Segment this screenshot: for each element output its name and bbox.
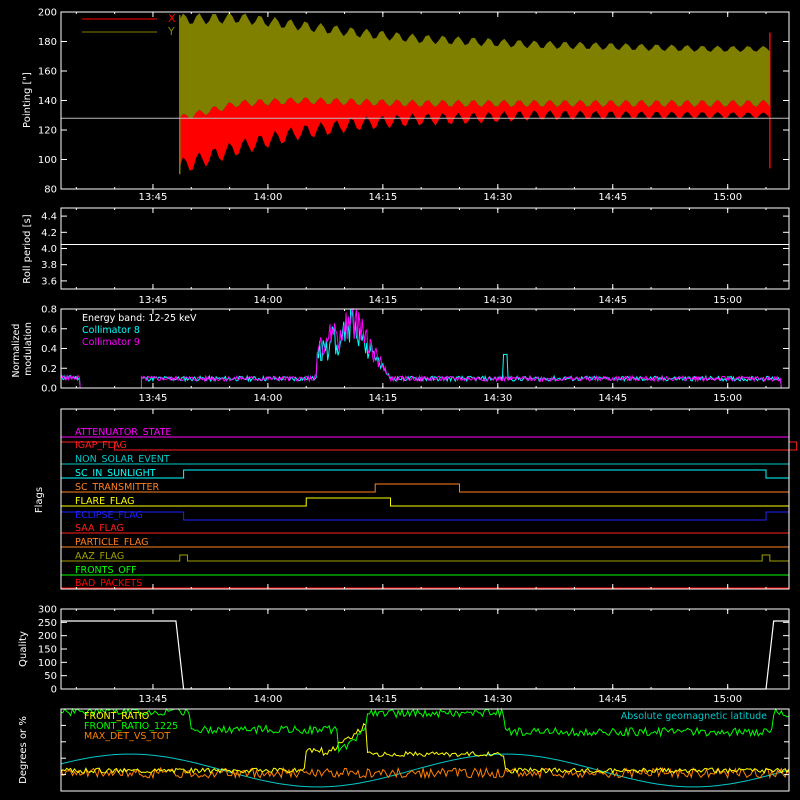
flag-label-non-solar-event: NON_SOLAR_EVENT: [75, 454, 170, 465]
y-tick-label: 80: [44, 185, 57, 196]
y-tick-label: 4.4: [41, 212, 57, 223]
flags-ylabel: Flags: [34, 487, 45, 513]
pointing-ylabel: Pointing ["]: [22, 72, 33, 128]
quality-ylabel: Quality: [18, 631, 29, 667]
flag-label-particle-flag: PARTICLE_FLAG: [75, 537, 148, 548]
legend-collimator-8: Collimator 8: [82, 325, 140, 336]
ratio-ylabel: Degrees or %: [18, 716, 29, 784]
y-tick-label: 200: [38, 8, 57, 19]
y-tick-label: 0.4: [41, 344, 57, 355]
x-tick-label: 13:45: [139, 393, 168, 404]
flag-label-saa-flag: SAA_FLAG: [75, 523, 124, 534]
x-tick-label: 14:45: [598, 295, 627, 306]
x-tick-label: 13:45: [139, 694, 168, 705]
x-tick-label: 14:45: [598, 393, 627, 404]
flag-label-sc-in-sunlight: SC_IN_SUNLIGHT: [75, 468, 156, 479]
y-tick-label: 0.0: [41, 384, 57, 395]
modulation-ylabel: Normalized modulation: [11, 321, 34, 378]
roll-period-ylabel: Roll period [s]: [22, 214, 33, 283]
x-tick-label: 15:00: [713, 295, 742, 306]
x-tick-label: 15:00: [713, 393, 742, 404]
y-tick-label: 120: [38, 126, 57, 137]
y-tick-label: 3.8: [41, 260, 57, 271]
hessi-observing-summary-figure: 80 100 120 140 160 180 200 13:45 14:00 14:15 14:3…: [0, 0, 800, 800]
legend-geomagnetic-latitude: Absolute geomagnetic latitude: [621, 711, 767, 722]
y-tick-label: 160: [38, 67, 57, 78]
x-tick-label: 15:00: [713, 192, 742, 203]
flag-label-eclipse-flag: ECLIPSE_FLAG: [75, 510, 143, 521]
flag-label-aaz-flag: AAZ_FLAG: [75, 551, 124, 562]
y-tick-label: 140: [38, 96, 57, 107]
y-tick-label: 3.6: [41, 276, 57, 287]
y-tick-label: 4.0: [41, 244, 57, 255]
legend-x-label: X: [168, 12, 176, 25]
legend-y-label: Y: [167, 25, 175, 38]
x-tick-label: 14:30: [483, 393, 512, 404]
modulation-ylabel-line1: Normalized: [11, 324, 22, 378]
legend-collimator-9: Collimator 9: [82, 337, 140, 348]
y-tick-label: 0.2: [41, 364, 57, 375]
x-tick-label: 14:45: [598, 192, 627, 203]
x-tick-label: 14:00: [253, 295, 282, 306]
y-tick-label: 0.6: [41, 324, 57, 335]
x-tick-label: 14:30: [483, 295, 512, 306]
y-tick-label: 250: [38, 618, 57, 629]
y-tick-label: 300: [38, 605, 57, 616]
modulation-ylabel-line2: modulation: [23, 322, 34, 376]
y-tick-label: 4.2: [41, 228, 57, 239]
y-tick-label: 0.8: [41, 305, 57, 316]
x-tick-label: 14:30: [483, 694, 512, 705]
y-tick-label: 0: [51, 685, 57, 696]
x-tick-label: 14:15: [368, 295, 397, 306]
x-tick-label: 14:15: [368, 192, 397, 203]
y-tick-label: 200: [38, 631, 57, 642]
x-tick-label: 14:30: [483, 192, 512, 203]
flag-label-igap-flag: IGAP_FLAG: [75, 440, 127, 451]
y-tick-label: 100: [38, 658, 57, 669]
y-tick-label: 50: [44, 671, 57, 682]
y-tick-label: 150: [38, 645, 57, 656]
flag-label-sc-transmitter: SC_TRANSMITTER: [75, 482, 160, 493]
x-tick-label: 15:00: [713, 694, 742, 705]
flag-label-attenuator-state: ATTENUATOR_STATE: [75, 427, 171, 438]
y-tick-label: 180: [38, 37, 57, 48]
flag-label-bad-packets: BAD_PACKETS: [75, 578, 142, 589]
x-tick-label: 14:00: [253, 393, 282, 404]
flag-label-fronts-off: FRONTS_OFF: [75, 565, 137, 576]
y-tick-label: 100: [38, 155, 57, 166]
figure-background: [0, 0, 800, 800]
x-tick-label: 13:45: [139, 295, 168, 306]
x-tick-label: 14:00: [253, 192, 282, 203]
flag-label-flare-flag: FLARE_FLAG: [75, 496, 135, 507]
x-tick-label: 14:00: [253, 694, 282, 705]
x-tick-label: 14:15: [368, 393, 397, 404]
energy-band-annotation: Energy band: 12-25 keV: [82, 313, 197, 324]
legend-max-det-vs-tot: MAX_DET_VS_TOT: [84, 731, 170, 742]
x-tick-label: 14:45: [598, 694, 627, 705]
x-tick-label: 14:15: [368, 694, 397, 705]
x-tick-label: 13:45: [139, 192, 168, 203]
